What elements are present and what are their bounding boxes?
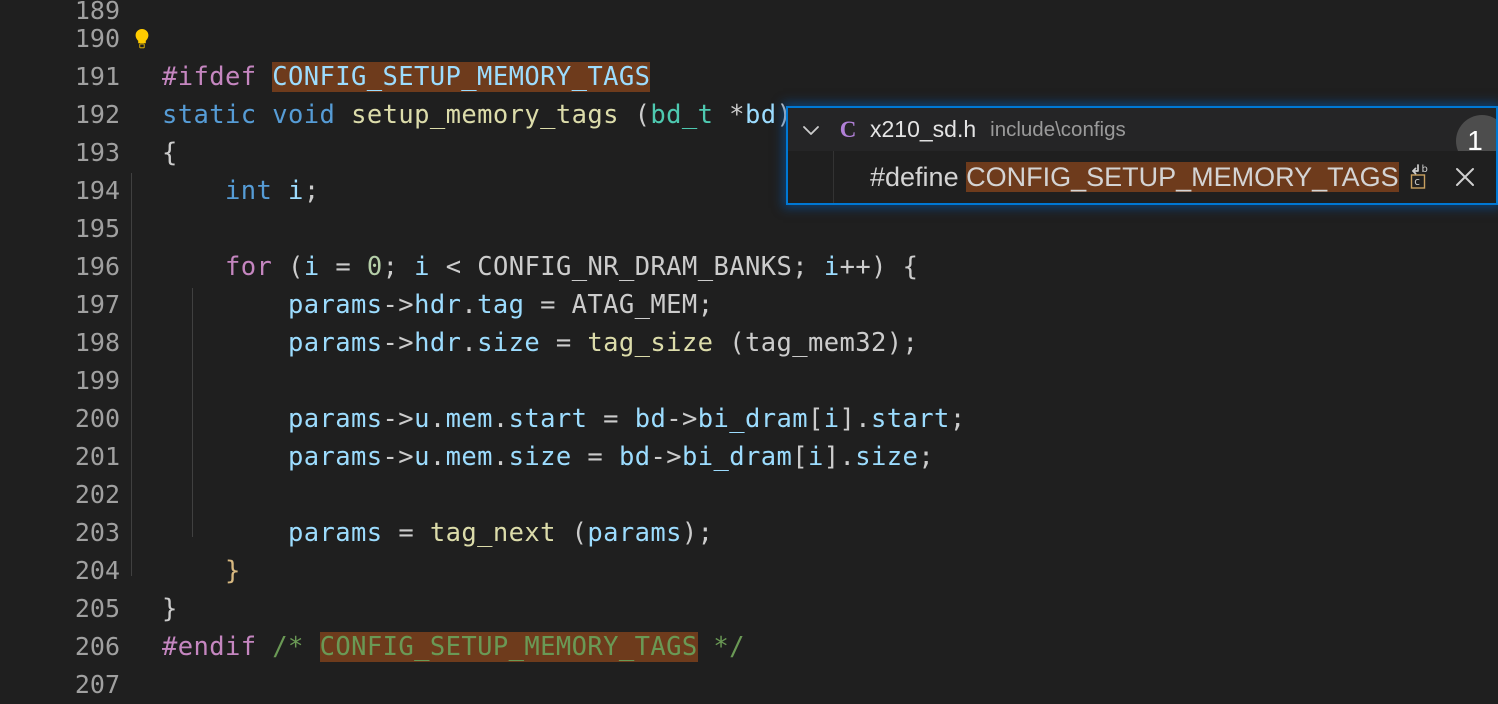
code-line[interactable]: 203 params = tag_next (params); xyxy=(0,514,1498,552)
code-line[interactable]: 198 params->hdr.size = tag_size (tag_mem… xyxy=(0,324,1498,362)
peek-file-name: x210_sd.h xyxy=(870,116,977,142)
close-icon[interactable] xyxy=(1448,160,1482,194)
token-preprocessor: #ifdef xyxy=(162,62,257,92)
code-line[interactable]: 207 xyxy=(0,666,1498,704)
gutter-decoration xyxy=(120,134,162,172)
gutter-decoration xyxy=(120,58,162,96)
gutter-decoration xyxy=(120,590,162,628)
line-number: 191 xyxy=(74,62,120,91)
code-line[interactable]: 204 } xyxy=(0,552,1498,590)
gutter-decoration xyxy=(120,286,162,324)
code-line[interactable]: 197 params->hdr.tag = ATAG_MEM; xyxy=(0,286,1498,324)
peek-body[interactable]: #define CONFIG_SETUP_MEMORY_TAGS b c xyxy=(788,151,1496,203)
code-line[interactable]: 201 params->u.mem.size = bd->bi_dram[i].… xyxy=(0,438,1498,476)
code-content[interactable]: } xyxy=(162,590,1498,628)
code-content[interactable]: params->u.mem.start = bd->bi_dram[i].sta… xyxy=(162,400,1498,438)
gutter-decoration xyxy=(120,514,162,552)
code-line[interactable]: 190 xyxy=(0,20,1498,58)
peek-highlighted-symbol[interactable]: CONFIG_SETUP_MEMORY_TAGS xyxy=(966,161,1399,192)
peek-actions[interactable]: b c xyxy=(1400,160,1496,194)
svg-text:b: b xyxy=(1422,164,1428,175)
code-line[interactable]: 191 #ifdef CONFIG_SETUP_MEMORY_TAGS xyxy=(0,58,1498,96)
gutter-decoration xyxy=(120,324,162,362)
line-number: 194 xyxy=(74,176,120,205)
gutter-decoration xyxy=(120,400,162,438)
line-number: 206 xyxy=(74,632,120,661)
code-line[interactable]: 202 xyxy=(0,476,1498,514)
token-highlighted-symbol[interactable]: CONFIG_SETUP_MEMORY_TAGS xyxy=(272,62,651,92)
go-to-definition-icon[interactable]: b c xyxy=(1400,160,1434,194)
code-line[interactable]: 200 params->u.mem.start = bd->bi_dram[i]… xyxy=(0,400,1498,438)
peek-preview-line[interactable]: #define CONFIG_SETUP_MEMORY_TAGS xyxy=(834,161,1400,193)
code-editor[interactable]: 189 190 191 #ifdef CONFIG_SETUP_MEMORY_T… xyxy=(0,0,1498,699)
line-number: 200 xyxy=(74,404,120,433)
line-number: 207 xyxy=(74,670,120,699)
gutter-decoration xyxy=(120,666,162,704)
code-line[interactable]: 206 #endif /* CONFIG_SETUP_MEMORY_TAGS *… xyxy=(0,628,1498,666)
line-number: 203 xyxy=(74,518,120,547)
line-number: 205 xyxy=(74,594,120,623)
code-content[interactable]: params = tag_next (params); xyxy=(162,514,1498,552)
peek-definition-widget[interactable]: C x210_sd.h include\configs 1 #define CO… xyxy=(786,106,1498,205)
token-preprocessor: #endif xyxy=(162,632,257,662)
code-content[interactable]: params->u.mem.size = bd->bi_dram[i].size… xyxy=(162,438,1498,476)
gutter-decoration xyxy=(120,476,162,514)
gutter-decoration xyxy=(120,172,162,210)
line-number: 202 xyxy=(74,480,120,509)
code-content[interactable]: for (i = 0; i < CONFIG_NR_DRAM_BANKS; i+… xyxy=(162,248,1498,286)
peek-define-keyword: #define xyxy=(870,161,967,192)
line-number: 204 xyxy=(74,556,120,585)
code-line[interactable]: 195 xyxy=(0,210,1498,248)
line-number: 192 xyxy=(74,100,120,129)
lightbulb-icon[interactable] xyxy=(130,27,154,51)
peek-gutter xyxy=(788,151,834,203)
peek-header[interactable]: C x210_sd.h include\configs 1 xyxy=(788,108,1496,167)
gutter-decoration xyxy=(120,20,162,58)
line-number: 193 xyxy=(74,138,120,167)
code-content[interactable]: #endif /* CONFIG_SETUP_MEMORY_TAGS */ xyxy=(162,628,1498,666)
code-line[interactable]: 205 } xyxy=(0,590,1498,628)
gutter-decoration xyxy=(120,96,162,134)
gutter-decoration xyxy=(120,210,162,248)
gutter-decoration xyxy=(120,362,162,400)
gutter-decoration xyxy=(120,552,162,590)
code-line[interactable]: 196 for (i = 0; i < CONFIG_NR_DRAM_BANKS… xyxy=(0,248,1498,286)
line-number: 196 xyxy=(74,252,120,281)
line-number: 199 xyxy=(74,366,120,395)
line-number: 198 xyxy=(74,328,120,357)
gutter-decoration xyxy=(120,438,162,476)
chevron-down-icon[interactable] xyxy=(788,118,834,142)
line-number: 195 xyxy=(74,214,120,243)
gutter-decoration xyxy=(120,628,162,666)
gutter-decoration xyxy=(120,248,162,286)
vscode-editor-window: 189 190 191 #ifdef CONFIG_SETUP_MEMORY_T… xyxy=(0,0,1498,699)
line-number: 197 xyxy=(74,290,120,319)
code-content[interactable]: } xyxy=(162,552,1498,590)
code-content[interactable]: params->hdr.tag = ATAG_MEM; xyxy=(162,286,1498,324)
code-content[interactable]: params->hdr.size = tag_size (tag_mem32); xyxy=(162,324,1498,362)
token-highlighted-symbol[interactable]: CONFIG_SETUP_MEMORY_TAGS xyxy=(319,632,698,662)
svg-text:c: c xyxy=(1414,176,1420,188)
peek-file-path: include\configs xyxy=(990,117,1126,141)
code-line[interactable]: 199 xyxy=(0,362,1498,400)
line-number: 190 xyxy=(74,24,120,53)
line-number: 201 xyxy=(74,442,120,471)
c-file-icon: C xyxy=(839,116,857,142)
code-content[interactable]: #ifdef CONFIG_SETUP_MEMORY_TAGS xyxy=(162,58,1498,96)
